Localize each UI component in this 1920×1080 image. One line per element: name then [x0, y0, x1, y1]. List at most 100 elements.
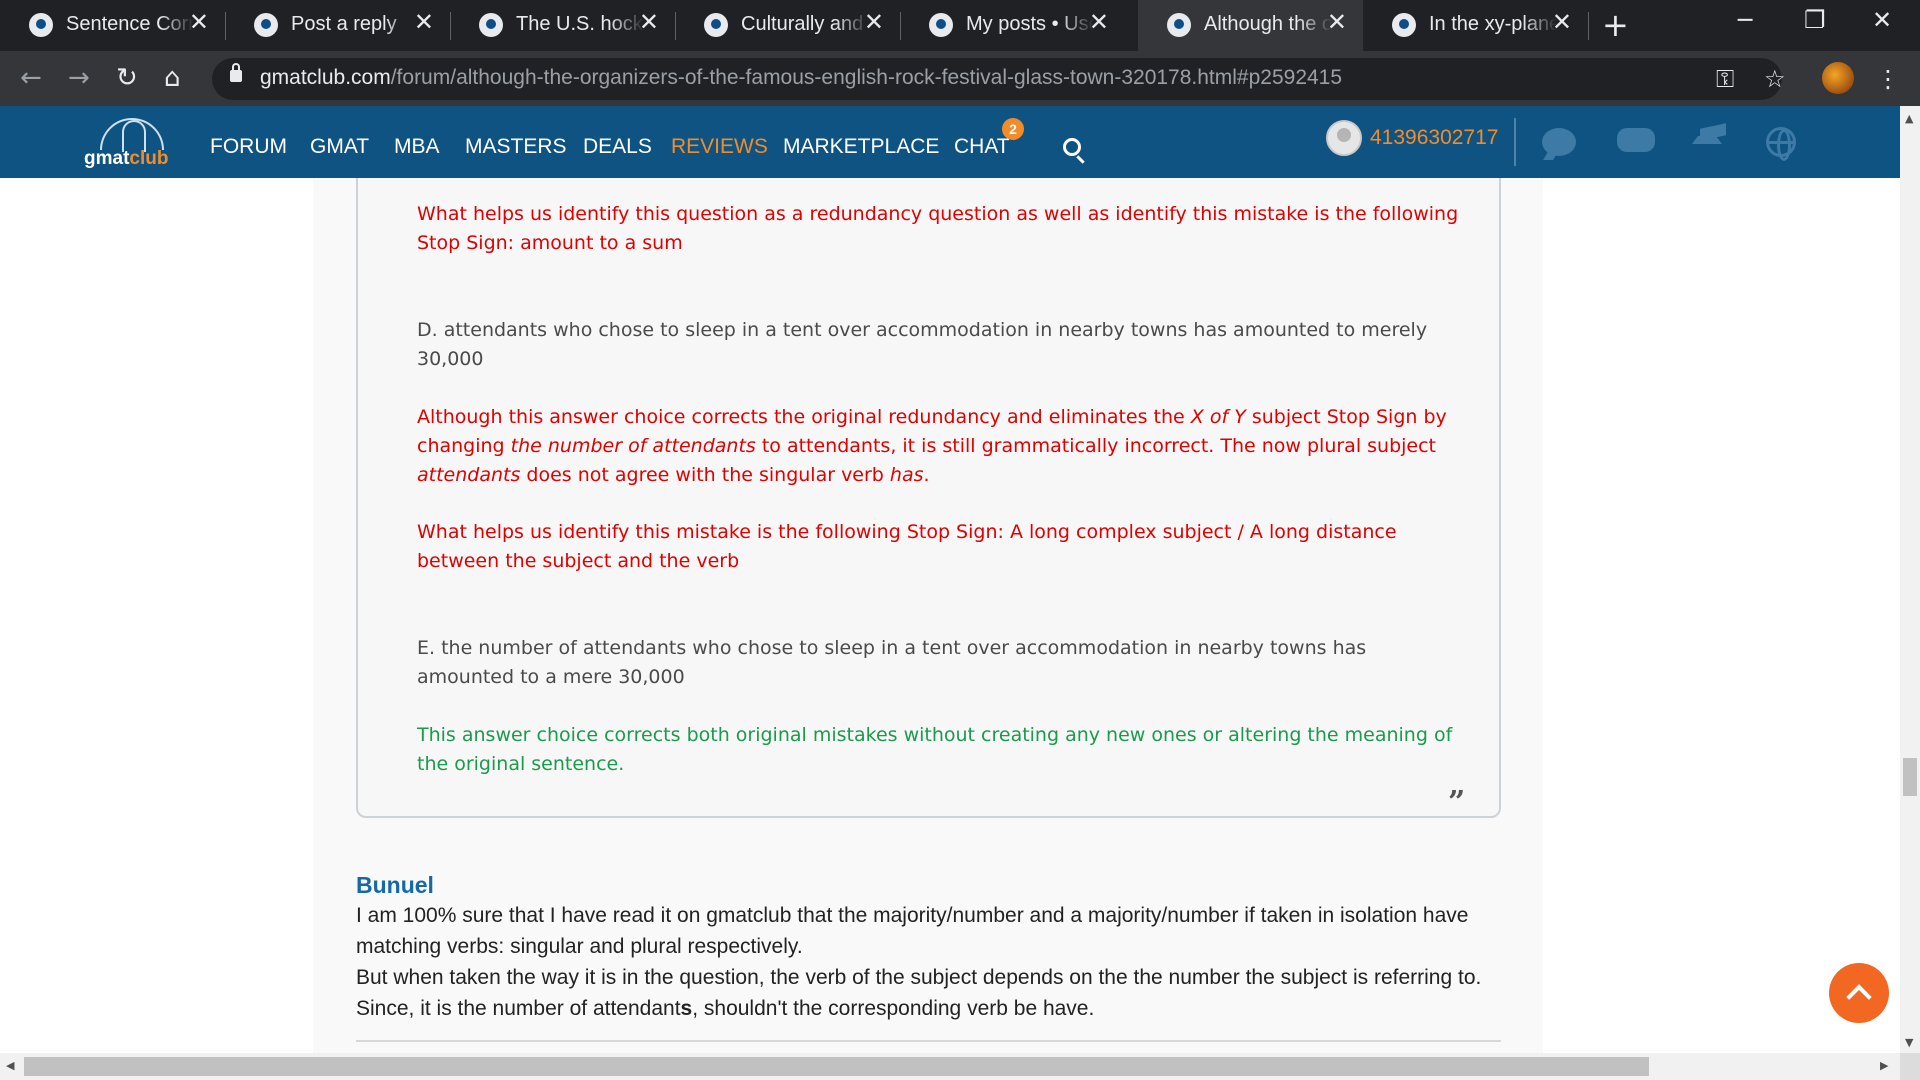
text-run-italic: the number of attendants — [510, 435, 756, 457]
gmatclub-favicon-icon — [929, 13, 953, 37]
close-tab-icon[interactable]: ✕ — [1089, 8, 1109, 36]
quote-answer-e: E. the number of attendants who chose to… — [417, 637, 1367, 688]
close-tab-icon[interactable]: ✕ — [864, 8, 884, 36]
gmatclub-favicon-icon — [254, 13, 278, 37]
nav-gmat[interactable]: GMAT — [310, 135, 369, 159]
close-tab-icon[interactable]: ✕ — [639, 8, 659, 36]
bookmark-star-icon[interactable]: ☆ — [1764, 65, 1786, 93]
close-tab-icon[interactable]: ✕ — [1327, 8, 1347, 36]
minimize-window-button[interactable]: ─ — [1738, 6, 1752, 34]
url-host: gmatclub.com — [260, 66, 391, 89]
tab-title: Sentence Correction — [66, 13, 194, 36]
vertical-scrollbar[interactable] — [1900, 106, 1920, 1053]
close-window-button[interactable]: ✕ — [1872, 6, 1892, 34]
close-tab-icon[interactable]: ✕ — [1552, 8, 1572, 36]
chrome-menu-icon[interactable]: ⋮ — [1876, 65, 1900, 93]
right-gutter — [1543, 178, 1900, 1053]
gmatclub-favicon-icon — [479, 13, 503, 37]
text-run: Since, it is the number of attendant — [356, 997, 681, 1020]
forward-button[interactable]: → — [68, 63, 90, 93]
text-run-italic: X of Y — [1190, 406, 1246, 428]
page-content: What helps us identify this question as … — [0, 178, 1900, 1053]
post-author-name[interactable]: Bunuel — [356, 872, 434, 899]
user-avatar[interactable] — [1326, 120, 1362, 156]
logo-wordmark: gmatclub — [84, 148, 168, 170]
nav-reviews[interactable]: REVIEWS — [671, 135, 768, 159]
search-icon[interactable] — [1063, 138, 1081, 156]
nav-forum[interactable]: FORUM — [210, 135, 287, 159]
scroll-left-arrow-icon[interactable]: ◀ — [6, 1059, 14, 1072]
vertical-scroll-thumb[interactable] — [1903, 758, 1917, 796]
tab-title: My posts • User — [966, 13, 1094, 36]
scroll-up-arrow-icon[interactable]: ▲ — [1905, 112, 1913, 125]
tab-title: Post a reply — [291, 13, 419, 36]
lock-icon[interactable] — [230, 63, 242, 82]
post-divider — [356, 1040, 1501, 1042]
gmatclub-favicon-icon — [704, 13, 728, 37]
close-quote-icon: ” — [1448, 785, 1466, 820]
text-run: , shouldn't the corresponding verb be ha… — [692, 997, 1095, 1020]
horizontal-scroll-thumb[interactable] — [24, 1057, 1649, 1076]
quote-paragraph-stop-sign-sum: What helps us identify this question as … — [417, 203, 1459, 254]
quote-answer-d: D. attendants who chose to sleep in a te… — [417, 319, 1428, 370]
browser-tab-bar: Sentence Correction ✕ Post a reply ✕ The… — [0, 0, 1920, 51]
tab-separator — [1588, 12, 1589, 40]
gmatclub-favicon-icon — [29, 13, 53, 37]
post-line-3: Since, it is the number of attendants, s… — [356, 993, 1506, 1024]
nav-deals[interactable]: DEALS — [583, 135, 652, 159]
graduation-cap-icon[interactable] — [1692, 128, 1722, 144]
gmatclub-logo[interactable]: gmatclub — [82, 118, 182, 170]
tab-my-posts[interactable]: My posts • User ✕ — [900, 0, 1125, 51]
text-run-bold: s — [680, 997, 693, 1020]
scroll-to-top-button[interactable] — [1829, 963, 1889, 1023]
username-link[interactable]: 41396302717 — [1370, 126, 1498, 150]
text-run: Although this answer choice corrects the… — [417, 406, 1191, 428]
scroll-down-arrow-icon[interactable]: ▼ — [1905, 1036, 1913, 1049]
nav-masters[interactable]: MASTERS — [465, 135, 567, 159]
post-line-2: But when taken the way it is in the ques… — [356, 966, 1482, 989]
quote-paragraph-e-correct: This answer choice corrects both origina… — [417, 724, 1453, 775]
text-run: does not agree with the singular verb — [520, 464, 890, 486]
logo-word-main: gmat — [84, 148, 130, 169]
url-text[interactable]: gmatclub.com/forum/although-the-organize… — [260, 66, 1342, 90]
quote-paragraph-d-explanation: Although this answer choice corrects the… — [417, 403, 1467, 490]
text-run: . — [923, 464, 930, 486]
logo-word-accent: club — [129, 148, 169, 169]
scrollbar-corner — [1900, 1053, 1920, 1080]
url-path: /forum/although-the-organizers-of-the-fa… — [390, 66, 1343, 89]
globe-icon[interactable] — [1766, 127, 1796, 161]
nav-mba[interactable]: MBA — [394, 135, 440, 159]
text-run-italic: attendants — [417, 464, 521, 486]
nav-marketplace[interactable]: MARKETPLACE — [783, 135, 939, 159]
messages-icon[interactable] — [1617, 128, 1655, 152]
text-run-italic: has — [889, 464, 924, 486]
tab-post-a-reply[interactable]: Post a reply ✕ — [225, 0, 451, 51]
quote-paragraph-stop-sign-subject: What helps us identify this mistake is t… — [417, 521, 1397, 572]
scroll-right-arrow-icon[interactable]: ▶ — [1880, 1059, 1888, 1072]
chat-bubble-icon[interactable] — [1542, 128, 1576, 156]
post-line-1: I am 100% sure that I have read it on gm… — [356, 904, 1469, 958]
globe-logo-icon — [100, 118, 164, 152]
tab-although-the-organizers[interactable]: Although the organizers ✕ — [1138, 0, 1363, 51]
gmatclub-favicon-icon — [1392, 13, 1416, 37]
tab-us-hockey[interactable]: The U.S. hockey ✕ — [450, 0, 676, 51]
tab-title: Although the organizers — [1204, 13, 1332, 36]
tab-xy-plane[interactable]: In the xy-plane, ✕ — [1363, 0, 1589, 51]
tab-title: In the xy-plane, — [1429, 13, 1557, 36]
reload-button[interactable]: ↻ — [116, 63, 138, 93]
text-run: to attendants, it is still grammatically… — [755, 435, 1437, 457]
back-button[interactable]: ← — [20, 63, 42, 93]
new-tab-button[interactable]: + — [1602, 6, 1629, 44]
home-button[interactable]: ⌂ — [164, 63, 181, 93]
profile-avatar[interactable] — [1822, 62, 1854, 94]
chat-notification-badge: 2 — [1002, 118, 1024, 140]
close-tab-icon[interactable]: ✕ — [189, 8, 209, 36]
close-tab-icon[interactable]: ✕ — [414, 8, 434, 36]
browser-address-bar: ← → ↻ ⌂ gmatclub.com/forum/although-the-… — [0, 51, 1920, 106]
tab-culturally[interactable]: Culturally and politically ✕ — [675, 0, 901, 51]
tab-sentence-correction[interactable]: Sentence Correction ✕ — [0, 0, 226, 51]
nav-chat[interactable]: CHAT — [954, 135, 1010, 159]
key-icon[interactable]: ⚿ — [1716, 65, 1734, 93]
left-gutter — [0, 178, 313, 1053]
restore-window-button[interactable]: ❐ — [1804, 6, 1826, 34]
